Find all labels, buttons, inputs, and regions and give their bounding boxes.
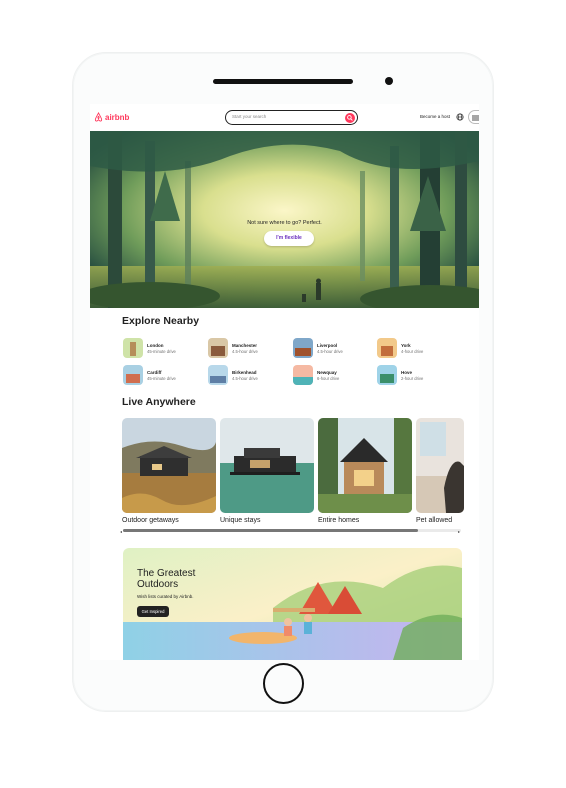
get-inspired-button[interactable]: Get Inspired (137, 606, 169, 617)
airbnb-logo[interactable]: airbnb (94, 112, 129, 122)
banner-title: The Greatest Outdoors (137, 568, 196, 590)
hero-prompt: Not sure where to go? Perfect. (247, 220, 322, 226)
logo-text: airbnb (105, 112, 130, 122)
card-label: Outdoor getaways (122, 517, 179, 524)
nearby-drive: 4-hour drive (401, 348, 424, 354)
birkenhead-thumbnail (208, 365, 228, 385)
scroll-left-arrow[interactable]: ◂ (120, 529, 122, 534)
screen: airbnb Start your search Become a host N… (90, 104, 479, 660)
entire-homes-image (318, 418, 412, 513)
hero-banner: Not sure where to go? Perfect. I'm flexi… (90, 131, 479, 308)
front-camera (385, 77, 393, 85)
become-a-host-link[interactable]: Become a host (420, 114, 450, 119)
nearby-name: Newquay (317, 369, 337, 375)
card-pet-allowed[interactable] (416, 418, 464, 513)
horizontal-scrollbar[interactable] (123, 529, 461, 532)
nearby-item-manchester[interactable]: Manchester 4.5-hour drive (208, 338, 258, 358)
nearby-drive: 4.5-hour drive (232, 375, 258, 381)
hamburger-icon (472, 115, 479, 121)
live-anywhere-title: Live Anywhere (122, 396, 196, 408)
card-unique-stays[interactable] (220, 418, 314, 513)
nearby-item-york[interactable]: York 4-hour drive (377, 338, 423, 358)
nearby-drive: 45-minute drive (147, 348, 176, 354)
nearby-name: Liverpool (317, 342, 338, 348)
nearby-drive: 2-hour drive (401, 375, 424, 381)
airbnb-logo-icon (94, 112, 103, 122)
nearby-item-hove[interactable]: Hove 2-hour drive (377, 365, 423, 385)
user-menu-button[interactable] (468, 110, 479, 124)
nearby-drive: 4.5-hour drive (317, 348, 343, 354)
banner-subtitle: Wish lists curated by Airbnb. (137, 594, 194, 599)
explore-nearby-title: Explore Nearby (122, 315, 200, 327)
im-flexible-button[interactable]: I'm flexible (264, 231, 314, 246)
greatest-outdoors-banner: The Greatest Outdoors Wish lists curated… (123, 548, 462, 660)
card-label: Entire homes (318, 517, 360, 524)
nearby-name: London (147, 342, 164, 348)
scrollbar-thumb[interactable] (123, 529, 418, 532)
york-thumbnail (377, 338, 397, 358)
card-label: Pet allowed (416, 517, 453, 524)
home-button[interactable] (263, 663, 304, 704)
nearby-item-liverpool[interactable]: Liverpool 4.5-hour drive (293, 338, 343, 358)
manchester-thumbnail (208, 338, 228, 358)
nearby-item-birkenhead[interactable]: Birkenhead 4.5-hour drive (208, 365, 258, 385)
nearby-name: Hove (401, 369, 413, 375)
search-placeholder: Start your search (232, 114, 267, 119)
search-icon (347, 115, 353, 121)
speaker-grille (213, 79, 353, 84)
card-entire-homes[interactable] (318, 418, 412, 513)
cardiff-thumbnail (123, 365, 143, 385)
liverpool-thumbnail (293, 338, 313, 358)
nearby-name: York (401, 342, 411, 348)
nearby-drive: 4.5-hour drive (232, 348, 258, 354)
top-navigation-bar: airbnb Start your search Become a host (90, 104, 479, 131)
scroll-right-arrow[interactable]: ▸ (458, 529, 460, 534)
nearby-drive: 45-minute drive (147, 375, 176, 381)
card-label: Unique stays (220, 517, 261, 524)
london-thumbnail (123, 338, 143, 358)
outdoors-illustration (123, 548, 462, 660)
nearby-item-cardiff[interactable]: Cardiff 45-minute drive (123, 365, 176, 385)
nearby-drive: 6-hour drive (317, 375, 340, 381)
nearby-name: Manchester (232, 342, 258, 348)
nearby-item-london[interactable]: London 45-minute drive (123, 338, 176, 358)
nearby-item-newquay[interactable]: Newquay 6-hour drive (293, 365, 339, 385)
search-button[interactable] (345, 113, 355, 123)
newquay-thumbnail (293, 365, 313, 385)
hove-thumbnail (377, 365, 397, 385)
search-bar[interactable]: Start your search (225, 110, 358, 125)
card-outdoor-getaways[interactable] (122, 418, 216, 513)
outdoor-getaways-image (122, 418, 216, 513)
nearby-name: Cardiff (147, 369, 162, 375)
globe-icon[interactable] (456, 113, 464, 121)
pet-allowed-image (416, 418, 464, 513)
nearby-name: Birkenhead (232, 369, 257, 375)
unique-stays-image (220, 418, 314, 513)
